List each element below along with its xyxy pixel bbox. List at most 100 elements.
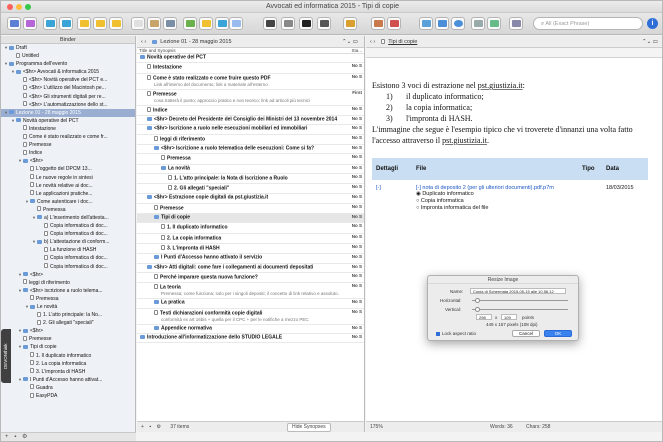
binder-item[interactable]: leggi di riferimento [1, 279, 135, 287]
hide-synopses-button[interactable]: Hide Synopses [287, 423, 331, 432]
layout-button[interactable] [435, 17, 449, 30]
unit-select[interactable]: points [522, 315, 534, 320]
binder-item[interactable]: Indice [1, 149, 135, 157]
outline-row[interactable]: Novità operative del PCT [137, 54, 364, 64]
outline-row[interactable]: 1. L'atto principale: la Nota di Iscrizi… [137, 174, 364, 185]
horizontal-slider-knob[interactable] [475, 298, 480, 303]
binder-item[interactable]: 1. Il duplicato informatico [1, 352, 135, 360]
binder-item[interactable]: Copia informatica di doc... [1, 263, 135, 271]
width-field[interactable]: 298 [476, 314, 492, 320]
outline-row[interactable]: 3. L'impronta di HASH No S [137, 244, 364, 255]
binder-add-icon[interactable]: + [5, 434, 9, 440]
outline-row[interactable]: <$hr> Atti digitali: come fare i collega… [137, 264, 364, 273]
outline-row[interactable]: Indice No S [137, 106, 364, 117]
binder-item[interactable]: Le novità relative ai doc... [1, 182, 135, 190]
text-color-button[interactable] [299, 17, 313, 30]
binder-item[interactable]: ▼ Novità operative del PCT [1, 117, 135, 125]
edit-scrivenings-button[interactable] [131, 17, 145, 30]
binder-item[interactable]: Premessa [1, 295, 135, 303]
binder-item[interactable]: Copia informatica di doc... [1, 222, 135, 230]
comment-button[interactable] [93, 17, 107, 30]
format-button[interactable] [263, 17, 277, 30]
outline-row[interactable]: Appendice normativa No S [137, 325, 364, 334]
binder-item[interactable]: ▼ <$hr> Avvocati & informatica 2015 [1, 68, 135, 76]
binder-item[interactable]: 2. Gli allegati "speciali" [1, 319, 135, 327]
editor-nav-icon[interactable]: ⌃⌄ ▭ [642, 36, 658, 48]
outline-row[interactable]: Introduzione all'informatizzazione dello… [137, 334, 364, 344]
binder-item[interactable]: ▼ Le novità [1, 303, 135, 311]
binder-item[interactable]: ▼ Come autenticare i doc... [1, 198, 135, 206]
snapshot-button[interactable] [183, 17, 197, 30]
outline-row[interactable]: <$hr> Decreto del Presidente del Consigl… [137, 116, 364, 126]
outline-row[interactable]: Come è stato realizzato e come fruire qu… [137, 74, 364, 90]
forward-arrow-icon[interactable]: › [144, 39, 146, 45]
copy-option-radio[interactable]: ◉ Duplicato informatico [416, 191, 574, 198]
binder-item[interactable]: ▼ Programma dell'evento [1, 60, 135, 68]
outline-row[interactable]: Tipi di copie No S [137, 214, 364, 224]
binder-item[interactable]: Come è stato realizzato e come fr... [1, 133, 135, 141]
outline-row[interactable]: Testi dichiarazioni conformità copie dig… [137, 309, 364, 325]
binder-item[interactable]: Copia informatica di doc... [1, 254, 135, 262]
binder-item[interactable]: Le applicazioni pratiche... [1, 190, 135, 198]
project-button[interactable] [471, 17, 485, 30]
name-field[interactable]: Copia di Schermata 2015-05-15 alle 10.56… [470, 288, 566, 294]
highlight-button[interactable] [229, 17, 243, 30]
cancel-button[interactable]: Cancel [512, 330, 540, 337]
binder-folder-icon[interactable]: ▪ [14, 434, 16, 440]
devonthink-side-tab[interactable]: DEVONthink [1, 329, 11, 383]
folder-button[interactable] [59, 17, 73, 30]
binder-item[interactable]: ▼ b) L'attestazione di conform... [1, 238, 135, 246]
outliner-button[interactable] [163, 17, 177, 30]
target-toggle-button[interactable] [451, 17, 465, 30]
close-window-button[interactable] [7, 4, 13, 10]
binder-gear-icon[interactable]: ⚙ [22, 434, 27, 440]
pst-link[interactable]: pst.giustizia.it [478, 81, 523, 90]
compose-button[interactable] [317, 17, 331, 30]
insert-button[interactable] [281, 17, 295, 30]
outline-row[interactable]: <$hr> Iscrizione a ruolo nelle esecuzion… [137, 125, 364, 135]
binder-item[interactable]: Untitled [1, 52, 135, 60]
outline-row[interactable]: 1. Il duplicato informatico No S [137, 223, 364, 234]
ok-button[interactable]: OK [544, 330, 572, 337]
binder-item[interactable]: Premesse [1, 141, 135, 149]
binder-item[interactable]: ▼ <$hr> [1, 157, 135, 165]
editor-back-icon[interactable]: ‹ [370, 39, 372, 45]
outline-row[interactable]: 2. Gli allegati "speciali" No S [137, 184, 364, 195]
lock-aspect-checkbox[interactable]: Lock aspect ratio [436, 331, 476, 336]
color-button[interactable] [215, 17, 229, 30]
outline-row[interactable]: leggi di riferimento No S [137, 135, 364, 145]
copy-option-radio[interactable]: ○ Copia informatica [416, 198, 574, 205]
horizontal-slider[interactable] [472, 298, 568, 303]
binder-item[interactable]: Copia informatica di doc... [1, 230, 135, 238]
binder-item[interactable]: La funzione di HASH [1, 246, 135, 254]
stats-button[interactable] [419, 17, 433, 30]
outline-row[interactable]: Premessa No S [137, 154, 364, 165]
binder-item[interactable]: 1. L'atto principale: la No... [1, 311, 135, 319]
add-button[interactable] [43, 17, 57, 30]
outline-row[interactable]: <$hr> Estrazione copie digitali da pst.g… [137, 194, 364, 204]
collections-button[interactable] [487, 17, 501, 30]
binder-item[interactable]: ▼ <$hr> iscrizione a ruolo telema... [1, 287, 135, 295]
outliner-gear-icon[interactable]: ⚙ [156, 424, 160, 430]
binder-item[interactable]: Premessa [1, 206, 135, 214]
binder-item[interactable]: ▼ a) L'inserimento dell'attesta... [1, 214, 135, 222]
binder-item[interactable]: Premesse [1, 335, 135, 343]
corkboard-button[interactable] [147, 17, 161, 30]
vertical-slider[interactable] [472, 307, 568, 312]
pst-link-2[interactable]: pst.giustizia.it [442, 136, 487, 145]
zoom-window-button[interactable] [25, 4, 31, 10]
outliner-nav-icon[interactable]: ⌃⌄ ▭ [342, 36, 358, 48]
media-button[interactable] [387, 17, 401, 30]
outline-row[interactable]: La pratica No S [137, 299, 364, 309]
binder-toggle-button[interactable] [7, 17, 21, 30]
binder-item[interactable]: <$hr> Gli strumenti digitali per re... [1, 93, 135, 101]
zoom-level[interactable]: 175% [370, 424, 383, 430]
binder-item[interactable]: ▼ Tipi di copie [1, 343, 135, 351]
minimize-window-button[interactable] [16, 4, 22, 10]
binder-item[interactable]: EasyPDA [1, 392, 135, 400]
binder-item[interactable]: <$hr> L'utilizzo del Macintosh pe... [1, 84, 135, 92]
outline-row[interactable]: <$hr> Iscrizione a ruolo telematica dell… [137, 145, 364, 155]
binder-item[interactable]: 2. La copia informatica [1, 360, 135, 368]
outliner-title[interactable]: Lezione 01 - 28 maggio 2015 [160, 39, 231, 45]
detail-link[interactable]: [-] [372, 180, 412, 217]
